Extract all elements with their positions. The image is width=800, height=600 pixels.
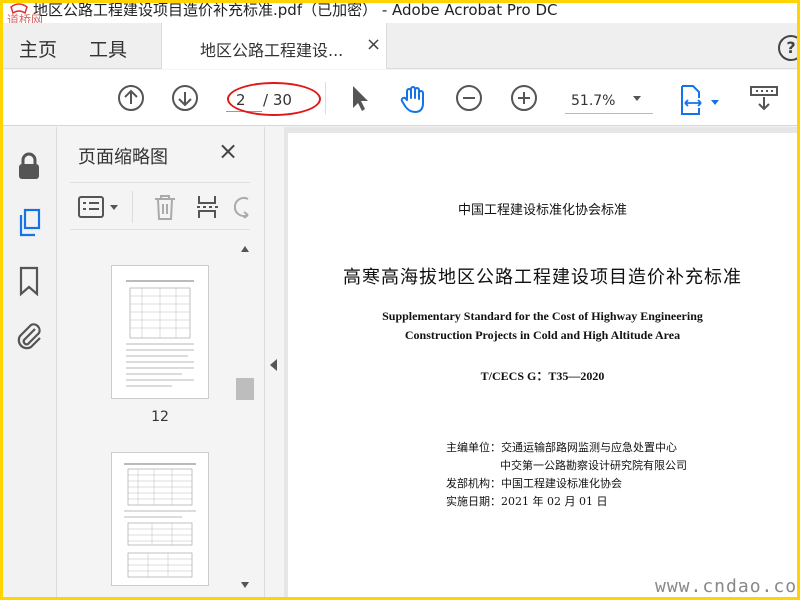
delete-page-icon[interactable] [152, 193, 178, 221]
standard-code: T/CECS G：T35—2020 [480, 369, 605, 383]
page-thumbnail[interactable] [111, 452, 209, 586]
help-icon[interactable]: ? [778, 35, 797, 61]
insert-page-icon[interactable] [194, 193, 222, 221]
panel-title: 页面缩略图 [78, 147, 168, 168]
page-thumbnail-preview [126, 280, 194, 387]
left-navigation-rail [3, 127, 57, 597]
watermark-url: www.cndao.com [655, 576, 797, 597]
thumbnails-scrollbar[interactable] [236, 242, 254, 594]
page-thumbnail[interactable] [111, 265, 209, 399]
window-title: 地区公路工程建设项目造价补充标准.pdf（已加密） - Adobe Acroba… [33, 3, 558, 19]
pdf-page: 中国工程建设标准化协会标准 高寒高海拔地区公路工程建设项目造价补充标准 Supp… [288, 133, 797, 597]
chief-editor-line-1: 主编单位：交通运输部路网监测与应急处置中心 [446, 441, 677, 454]
zoom-level-dropdown[interactable]: 51.7% [565, 88, 653, 114]
page-number-input[interactable]: 2 [226, 88, 262, 112]
tab-document[interactable]: 地区公路工程建设... × [161, 23, 387, 69]
next-page-icon[interactable] [171, 84, 199, 112]
page-thumbnails-icon[interactable] [15, 207, 43, 239]
toolbar-divider [325, 82, 326, 114]
panel-toolbar-divider [132, 191, 133, 223]
options-dropdown-caret-icon[interactable] [110, 205, 118, 210]
zoom-dropdown-caret-icon[interactable] [633, 96, 641, 101]
fit-dropdown-caret-icon[interactable] [711, 100, 719, 105]
tab-document-label: 地区公路工程建设... [200, 41, 344, 60]
document-view[interactable]: 中国工程建设标准化协会标准 高寒高海拔地区公路工程建设项目造价补充标准 Supp… [284, 127, 797, 597]
chief-editor-line-2: 中交第一公路勘察设计研究院有限公司 [500, 459, 687, 472]
english-title-line-2: Construction Projects in Cold and High A… [404, 328, 681, 342]
scroll-down-arrow-icon[interactable] [241, 582, 249, 588]
collapse-panel-arrow-icon[interactable] [270, 359, 277, 371]
title-bar: 道桥网 地区公路工程建设项目造价补充标准.pdf（已加密） - Adobe Ac… [3, 3, 797, 27]
attachment-icon[interactable] [15, 321, 45, 351]
page-thumbnails-panel: 页面缩略图 × 12 [58, 127, 265, 597]
zoom-in-icon[interactable] [510, 84, 538, 112]
page-thumbnail-preview [124, 463, 196, 578]
zoom-out-icon[interactable] [455, 84, 483, 112]
tab-home[interactable]: 主页 [19, 35, 57, 62]
close-panel-icon[interactable]: × [218, 137, 238, 165]
zoom-level-value: 51.7% [571, 93, 616, 109]
tab-tools[interactable]: 工具 [89, 35, 127, 62]
effective-date-line: 实施日期：2021 年 02 月 01 日 [446, 495, 608, 508]
hand-tool-icon[interactable] [399, 84, 429, 114]
tab-bar: 主页 工具 地区公路工程建设... × ? [3, 23, 797, 69]
bookmark-icon[interactable] [15, 265, 43, 297]
publisher-line: 发部机构：中国工程建设标准化协会 [446, 477, 622, 490]
panel-toolbar [70, 182, 250, 230]
scroll-mode-icon[interactable] [749, 84, 779, 112]
association-heading: 中国工程建设标准化协会标准 [457, 203, 627, 218]
rotate-page-icon[interactable] [234, 195, 250, 219]
main-toolbar: 2 / 30 51.7% [3, 70, 797, 126]
close-tab-icon[interactable]: × [366, 34, 381, 55]
acrobat-window: 道桥网 地区公路工程建设项目造价补充标准.pdf（已加密） - Adobe Ac… [3, 3, 797, 597]
select-cursor-icon[interactable] [349, 84, 371, 112]
page-total-label: / 30 [263, 91, 292, 109]
panel-collapse-strip[interactable] [266, 127, 284, 597]
previous-page-icon[interactable] [117, 84, 145, 112]
fit-width-icon[interactable] [679, 84, 705, 116]
scroll-up-arrow-icon[interactable] [241, 246, 249, 252]
thumbnail-options-icon[interactable] [78, 195, 104, 219]
chinese-title: 高寒高海拔地区公路工程建设项目造价补充标准 [343, 267, 742, 288]
lock-icon[interactable] [15, 151, 43, 181]
scrollbar-thumb[interactable] [236, 378, 254, 400]
page-thumbnail-number: 12 [151, 409, 169, 425]
english-title-line-1: Supplementary Standard for the Cost of H… [382, 309, 703, 323]
